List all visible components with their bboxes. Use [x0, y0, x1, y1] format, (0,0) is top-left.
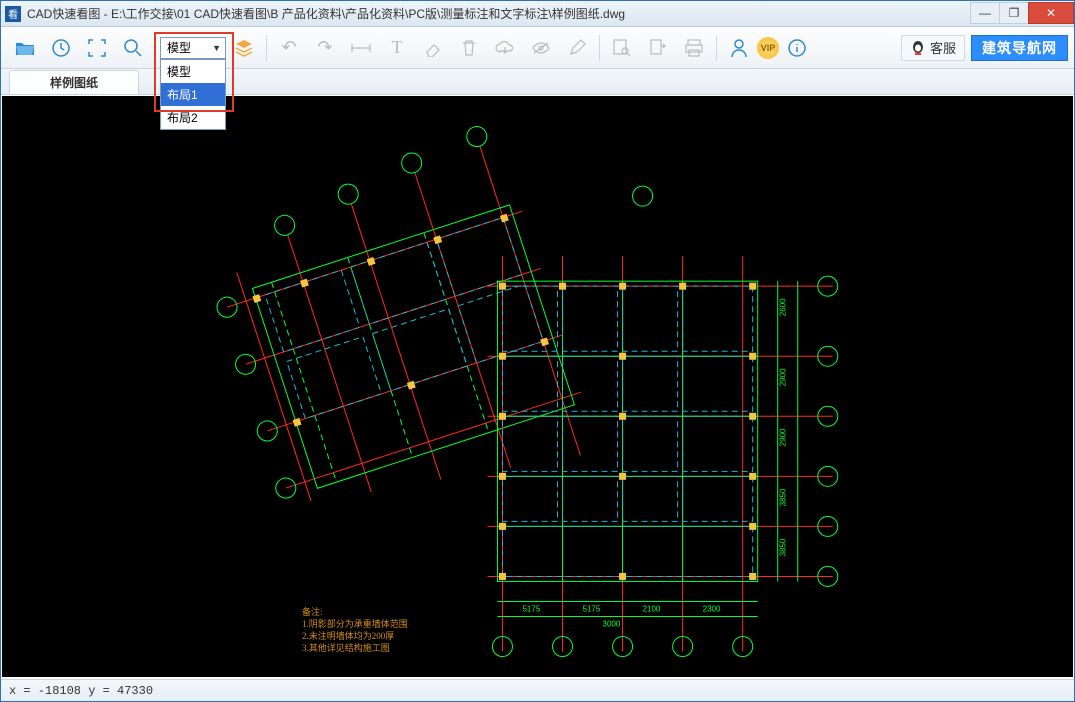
statusbar: x = -18108 y = 47330 [1, 679, 1074, 701]
main-toolbar: 模型 ▼ 模型 布局1 布局2 ↶ ↷ T [1, 27, 1074, 69]
find-text-icon[interactable] [608, 34, 636, 62]
kefu-label: 客服 [930, 38, 956, 57]
svg-text:2900: 2900 [779, 368, 788, 386]
svg-text:3850: 3850 [779, 488, 788, 506]
svg-text:5175: 5175 [522, 604, 540, 613]
close-button[interactable]: ✕ [1028, 2, 1074, 24]
minimize-button[interactable]: — [970, 2, 1000, 24]
window-controls: — ❐ ✕ [971, 2, 1074, 24]
maximize-button[interactable]: ❐ [999, 2, 1029, 24]
user-icon[interactable] [725, 34, 753, 62]
text-annotation-icon[interactable]: T [383, 34, 411, 62]
note-line: 2.未注明墙体均为200厚 [302, 630, 408, 642]
cursor-coordinates: x = -18108 y = 47330 [9, 684, 153, 698]
drawing-notes: 备注: 1.阴影部分为承重墙体范围 2.未注明墙体均为200厚 3.其他详见结构… [302, 606, 408, 654]
window-title: CAD快速看图 - E:\工作交接\01 CAD快速看图\B 产品化资料\产品化… [27, 5, 971, 22]
svg-text:2900: 2900 [779, 428, 788, 446]
customer-service-button[interactable]: 客服 [901, 35, 965, 61]
app-icon: 看 [5, 6, 21, 22]
space-option-layout1[interactable]: 布局1 [161, 83, 225, 106]
space-option-layout2[interactable]: 布局2 [161, 106, 225, 129]
titlebar: 看 CAD快速看图 - E:\工作交接\01 CAD快速看图\B 产品化资料\产… [1, 1, 1074, 27]
print-icon[interactable] [680, 34, 708, 62]
redo-icon[interactable]: ↷ [311, 34, 339, 62]
space-combo-value: 模型 [167, 39, 191, 56]
nav-label: 建筑导航网 [982, 38, 1057, 58]
app-window: 看 CAD快速看图 - E:\工作交接\01 CAD快速看图\B 产品化资料\产… [0, 0, 1075, 702]
dropdown-arrow-icon: ▼ [212, 43, 221, 53]
note-line: 1.阴影部分为承重墙体范围 [302, 618, 408, 630]
space-option-model[interactable]: 模型 [161, 60, 225, 83]
jianzhu-nav-button[interactable]: 建筑导航网 [971, 35, 1068, 61]
edit-icon[interactable] [563, 34, 591, 62]
svg-text:2600: 2600 [779, 298, 788, 316]
svg-text:5175: 5175 [583, 604, 601, 613]
svg-text:3000: 3000 [603, 619, 621, 628]
recent-icon[interactable] [47, 34, 75, 62]
tab-sample-drawing[interactable]: 样例图纸 [9, 70, 139, 94]
toolbar-separator [266, 35, 267, 61]
note-line: 3.其他详见结构施工图 [302, 642, 408, 654]
eraser-icon[interactable] [419, 34, 447, 62]
zoom-window-icon[interactable] [119, 34, 147, 62]
toolbar-separator [599, 35, 600, 61]
measure-length-icon[interactable] [347, 34, 375, 62]
fit-screen-icon[interactable] [83, 34, 111, 62]
open-file-icon[interactable] [11, 34, 39, 62]
space-combo-dropdown: 模型 布局1 布局2 [160, 59, 226, 130]
svg-text:2300: 2300 [703, 604, 721, 613]
drawing-canvas[interactable]: 5175 5175 2100 2300 3000 2600 2900 2900 … [2, 96, 1073, 677]
undo-icon[interactable]: ↶ [275, 34, 303, 62]
space-combo[interactable]: 模型 ▼ [160, 37, 226, 59]
cad-drawing: 5175 5175 2100 2300 3000 2600 2900 2900 … [2, 96, 1073, 657]
toolbar-separator [716, 35, 717, 61]
hide-icon[interactable] [527, 34, 555, 62]
cloud-download-icon[interactable] [491, 34, 519, 62]
toolbar-separator [155, 35, 156, 61]
qq-icon [910, 40, 926, 56]
svg-text:2100: 2100 [643, 604, 661, 613]
layers-icon[interactable] [230, 34, 258, 62]
export-icon[interactable] [644, 34, 672, 62]
vip-badge[interactable]: VIP [757, 37, 779, 59]
note-line: 备注: [302, 606, 408, 618]
info-icon[interactable] [783, 34, 811, 62]
svg-text:3850: 3850 [779, 538, 788, 556]
delete-icon[interactable] [455, 34, 483, 62]
space-combo-wrap: 模型 ▼ 模型 布局1 布局2 [160, 37, 226, 59]
